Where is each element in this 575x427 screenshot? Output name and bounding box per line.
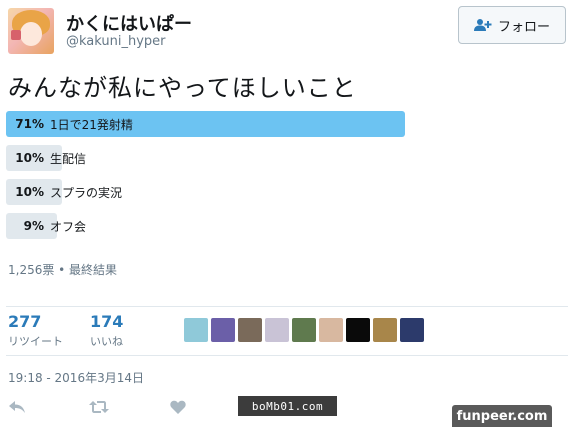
avatar-face	[20, 22, 42, 46]
retweet-button[interactable]	[89, 400, 109, 414]
liker-avatar[interactable]	[292, 318, 316, 342]
like-label: いいね	[90, 335, 123, 348]
follow-button-label: フォロー	[497, 19, 550, 35]
liker-avatar[interactable]	[184, 318, 208, 342]
watermark-funpeer: funpeer.com	[452, 405, 552, 427]
liker-avatar[interactable]	[346, 318, 370, 342]
poll-percent: 71%	[15, 117, 44, 131]
divider	[6, 355, 568, 356]
liker-avatar[interactable]	[211, 318, 235, 342]
watermark-bomb: boMb01.com	[238, 396, 337, 416]
liker-avatar[interactable]	[238, 318, 262, 342]
poll-option: 71% 1日で21発射精	[6, 111, 405, 137]
poll-label: オフ会	[50, 219, 87, 234]
liker-avatar[interactable]	[373, 318, 397, 342]
user-avatar[interactable]	[8, 8, 54, 54]
timestamp[interactable]: 19:18 - 2016年3月14日	[8, 369, 144, 386]
poll-label: スプラの実況	[50, 185, 123, 200]
poll-option: 10% 生配信	[6, 145, 86, 171]
retweet-icon	[89, 401, 109, 413]
poll-percent: 10%	[15, 185, 44, 199]
reply-icon	[9, 401, 25, 413]
poll-percent: 10%	[15, 151, 44, 165]
poll-option: 9% オフ会	[6, 213, 86, 239]
liker-avatar[interactable]	[319, 318, 343, 342]
like-stat[interactable]: 174 いいね	[90, 312, 123, 349]
tweet-text: みんなが私にやってほしいこと	[8, 74, 357, 102]
avatar-bow	[11, 30, 21, 40]
poll-label: 生配信	[50, 151, 87, 166]
liker-avatars	[184, 318, 424, 342]
retweet-stat[interactable]: 277 リツイート	[8, 312, 63, 349]
poll-percent: 9%	[23, 219, 44, 233]
poll-option: 10% スプラの実況	[6, 179, 122, 205]
screen-name[interactable]: @kakuni_hyper	[66, 34, 166, 49]
retweet-label: リツイート	[8, 335, 63, 348]
add-user-icon	[473, 19, 492, 31]
like-button[interactable]	[170, 400, 186, 414]
poll-meta: 1,256票 • 最終結果	[8, 263, 118, 277]
reply-button[interactable]	[8, 400, 26, 414]
liker-avatar[interactable]	[265, 318, 289, 342]
retweet-count: 277	[8, 312, 42, 331]
follow-button[interactable]: フォロー	[458, 6, 566, 44]
like-icon	[170, 400, 186, 414]
liker-avatar[interactable]	[400, 318, 424, 342]
divider	[6, 306, 568, 307]
poll-label: 1日で21発射精	[50, 117, 133, 132]
display-name[interactable]: かくにはいぱー	[66, 10, 192, 36]
like-count: 174	[90, 312, 124, 331]
